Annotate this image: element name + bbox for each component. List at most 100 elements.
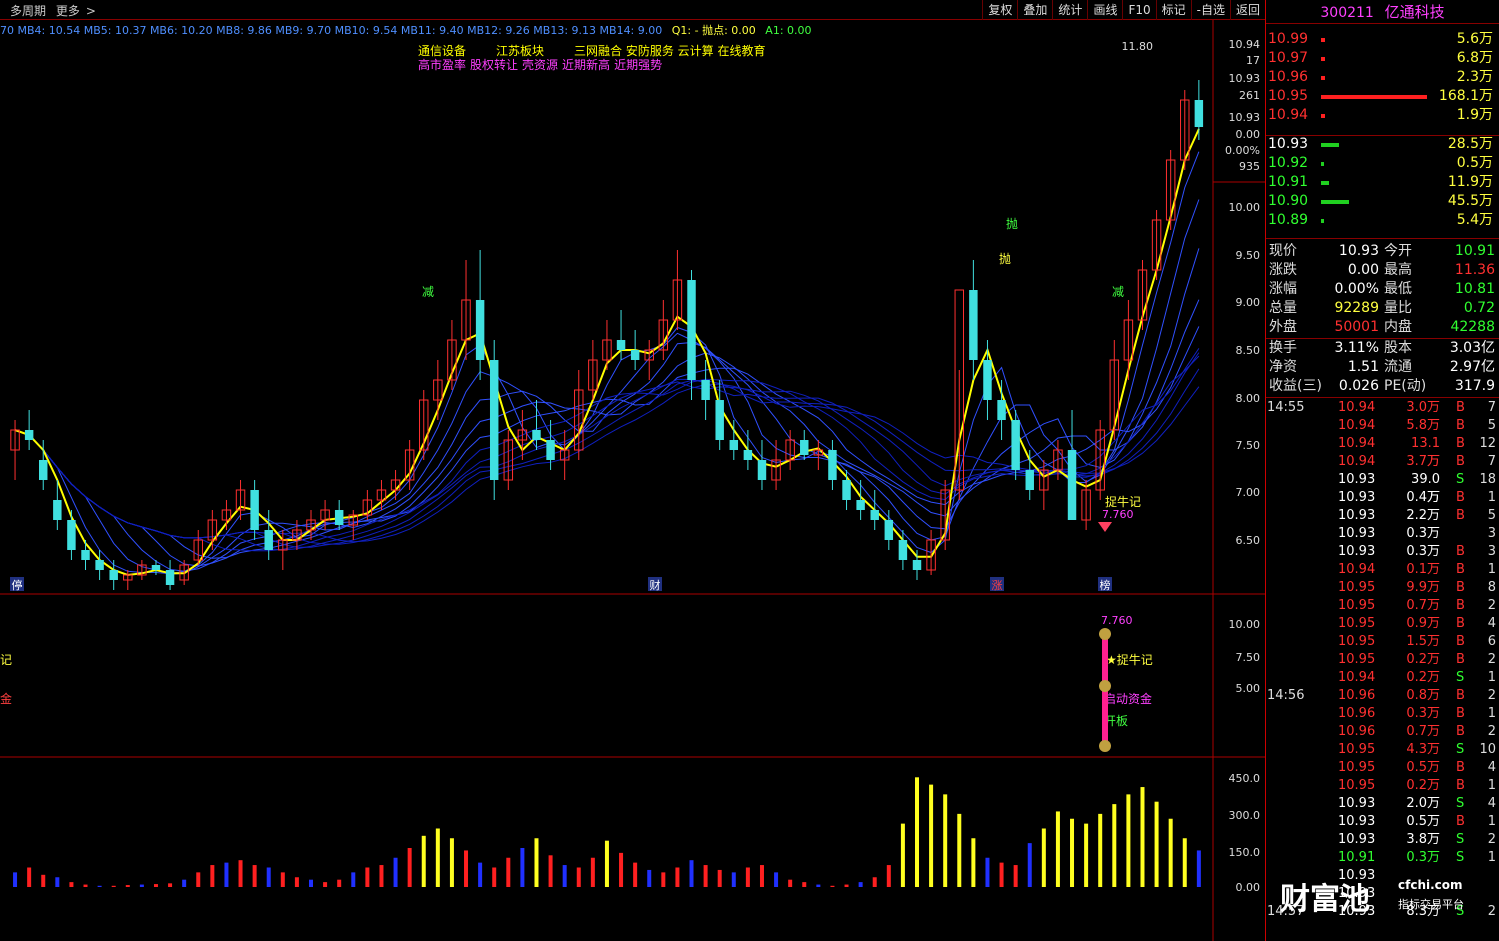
candle-body <box>884 520 894 540</box>
tick-count: 5 <box>1487 418 1496 433</box>
volume-bar <box>999 862 1004 887</box>
volume-bar <box>280 872 285 887</box>
divider <box>1266 238 1499 239</box>
main-axis-label: 9.00 <box>1236 296 1261 309</box>
quote-label: 涨跌 <box>1269 262 1297 278</box>
bottom-marker: 停 <box>12 578 23 592</box>
volume-bar <box>478 862 483 887</box>
toolbar-button[interactable]: 叠加 <box>1017 0 1052 20</box>
candle-body <box>546 440 555 460</box>
candle-body <box>1067 450 1077 520</box>
ask-price: 10.99 <box>1268 31 1309 47</box>
tick-price: 10.93 <box>1338 832 1376 847</box>
candle-body <box>997 400 1006 420</box>
tick-row: 10.94 3.7万 B 7 <box>1266 453 1499 471</box>
bid-row[interactable]: 10.92 0.5万 <box>1266 154 1499 173</box>
left-label: 金 <box>0 691 12 706</box>
tick-volume: 1.5万 <box>1406 634 1440 649</box>
volume-bar <box>464 850 469 887</box>
multi-period-button[interactable]: 多周期 <box>10 4 46 18</box>
tick-count: 8 <box>1487 580 1496 595</box>
volume-bar <box>774 872 779 887</box>
main-axis-label: 8.50 <box>1236 344 1261 357</box>
ma-line <box>14 368 1200 545</box>
more-label: 更多 <box>55 4 80 18</box>
toolbar-button[interactable]: -自选 <box>1190 0 1230 20</box>
volume-bar <box>379 865 384 887</box>
tick-row: 10.93 0.5万 B 1 <box>1266 813 1499 831</box>
mid-axis-label: 10.00 <box>1229 618 1261 631</box>
reduce-marker: 减 <box>1112 285 1124 299</box>
volume-bar <box>1055 811 1060 887</box>
ask-row[interactable]: 10.94 1.9万 <box>1266 106 1499 125</box>
tick-volume: 0.3万 <box>1406 850 1440 865</box>
volume-bar <box>844 884 849 887</box>
volume-bar <box>788 879 793 887</box>
candle-body <box>250 490 259 530</box>
tick-price: 10.94 <box>1338 670 1376 685</box>
tick-row: 10.95 4.3万 S 10 <box>1266 741 1499 759</box>
tick-count: 2 <box>1487 652 1496 667</box>
ask-row[interactable]: 10.96 2.3万 <box>1266 68 1499 87</box>
quote-value: 0.72 <box>1463 300 1495 316</box>
ask-volume-bar <box>1321 38 1325 42</box>
order-book: 10.99 5.6万 10.97 6.8万 10.96 2.3万 10.95 168.1万 10… <box>1266 30 1499 230</box>
toolbar-button[interactable]: F10 <box>1122 0 1155 20</box>
more-button[interactable]: 更多 > <box>56 4 102 18</box>
tick-side: B <box>1456 760 1465 775</box>
quote-value: 92289 <box>1334 300 1379 316</box>
ask-row[interactable]: 10.95 168.1万 <box>1266 87 1499 106</box>
volume-bar <box>224 862 229 887</box>
tick-count: 1 <box>1487 490 1496 505</box>
candle-body <box>334 510 344 525</box>
tick-side: B <box>1456 706 1465 721</box>
kline-chart[interactable]: 10.94 17 10.93 261 10.93 0.00 0.00% 935 10.00 9.5… <box>0 20 1265 941</box>
main-axis-label: 261 <box>1239 89 1260 102</box>
candle-body <box>842 480 851 500</box>
tick-price: 10.93 <box>1338 526 1376 541</box>
volume-bar <box>943 794 948 887</box>
toolbar-button[interactable]: 统计 <box>1052 0 1087 20</box>
vol-axis-label: 0.00 <box>1236 881 1261 894</box>
tick-count: 2 <box>1487 832 1496 847</box>
toolbar-button[interactable]: 画线 <box>1087 0 1122 20</box>
tick-price: 10.94 <box>1338 436 1376 451</box>
bid-row[interactable]: 10.91 11.9万 <box>1266 173 1499 192</box>
volume-bar <box>576 867 581 887</box>
bid-price: 10.92 <box>1268 155 1309 171</box>
volume-bar <box>55 877 60 887</box>
main-axis-label: 10.93 <box>1229 111 1261 124</box>
volume-bar <box>1098 813 1103 887</box>
bid-row[interactable]: 10.90 45.5万 <box>1266 192 1499 211</box>
volume-bar <box>492 867 497 887</box>
tick-price: 10.93 <box>1338 544 1376 559</box>
tick-row: 10.94 5.8万 B 5 <box>1266 417 1499 435</box>
quote-row: 涨幅 0.00% 最低 10.81 <box>1266 280 1499 299</box>
quote-value: 0.00% <box>1334 281 1379 297</box>
bid-row[interactable]: 10.89 5.4万 <box>1266 211 1499 230</box>
ask-row[interactable]: 10.99 5.6万 <box>1266 30 1499 49</box>
volume-bar <box>210 865 215 887</box>
quote-value: 0.00 <box>1347 262 1379 278</box>
toolbar-button[interactable]: 标记 <box>1155 0 1191 20</box>
tick-price: 10.95 <box>1338 634 1376 649</box>
candle-body <box>67 520 76 550</box>
candle-body <box>969 290 978 360</box>
tick-list[interactable]: 14:55 10.94 3.0万 B 7 10.94 5.8万 B 5 10.94 13.1万 B 12… <box>1266 399 1499 941</box>
volume-bar <box>675 867 680 887</box>
volume-bar <box>1013 865 1018 887</box>
toolbar-button[interactable]: 返回 <box>1229 0 1265 20</box>
main-axis-label: 0.00 <box>1236 128 1261 141</box>
ask-row[interactable]: 10.97 6.8万 <box>1266 49 1499 68</box>
tick-count: 1 <box>1487 562 1496 577</box>
toolbar-button[interactable]: 复权 <box>982 0 1017 20</box>
bid-row[interactable]: 10.93 28.5万 <box>1266 135 1499 154</box>
candle-body <box>53 500 62 520</box>
watermark-cn: 财富池 <box>1280 882 1370 917</box>
mid-fund-label: 启动资金 <box>1104 691 1152 706</box>
candle-body <box>1011 420 1020 470</box>
tick-count: 6 <box>1487 634 1496 649</box>
tick-side: B <box>1456 580 1465 595</box>
quote-row: 现价 10.93 今开 10.91 <box>1266 242 1499 261</box>
candle-body <box>743 450 753 460</box>
